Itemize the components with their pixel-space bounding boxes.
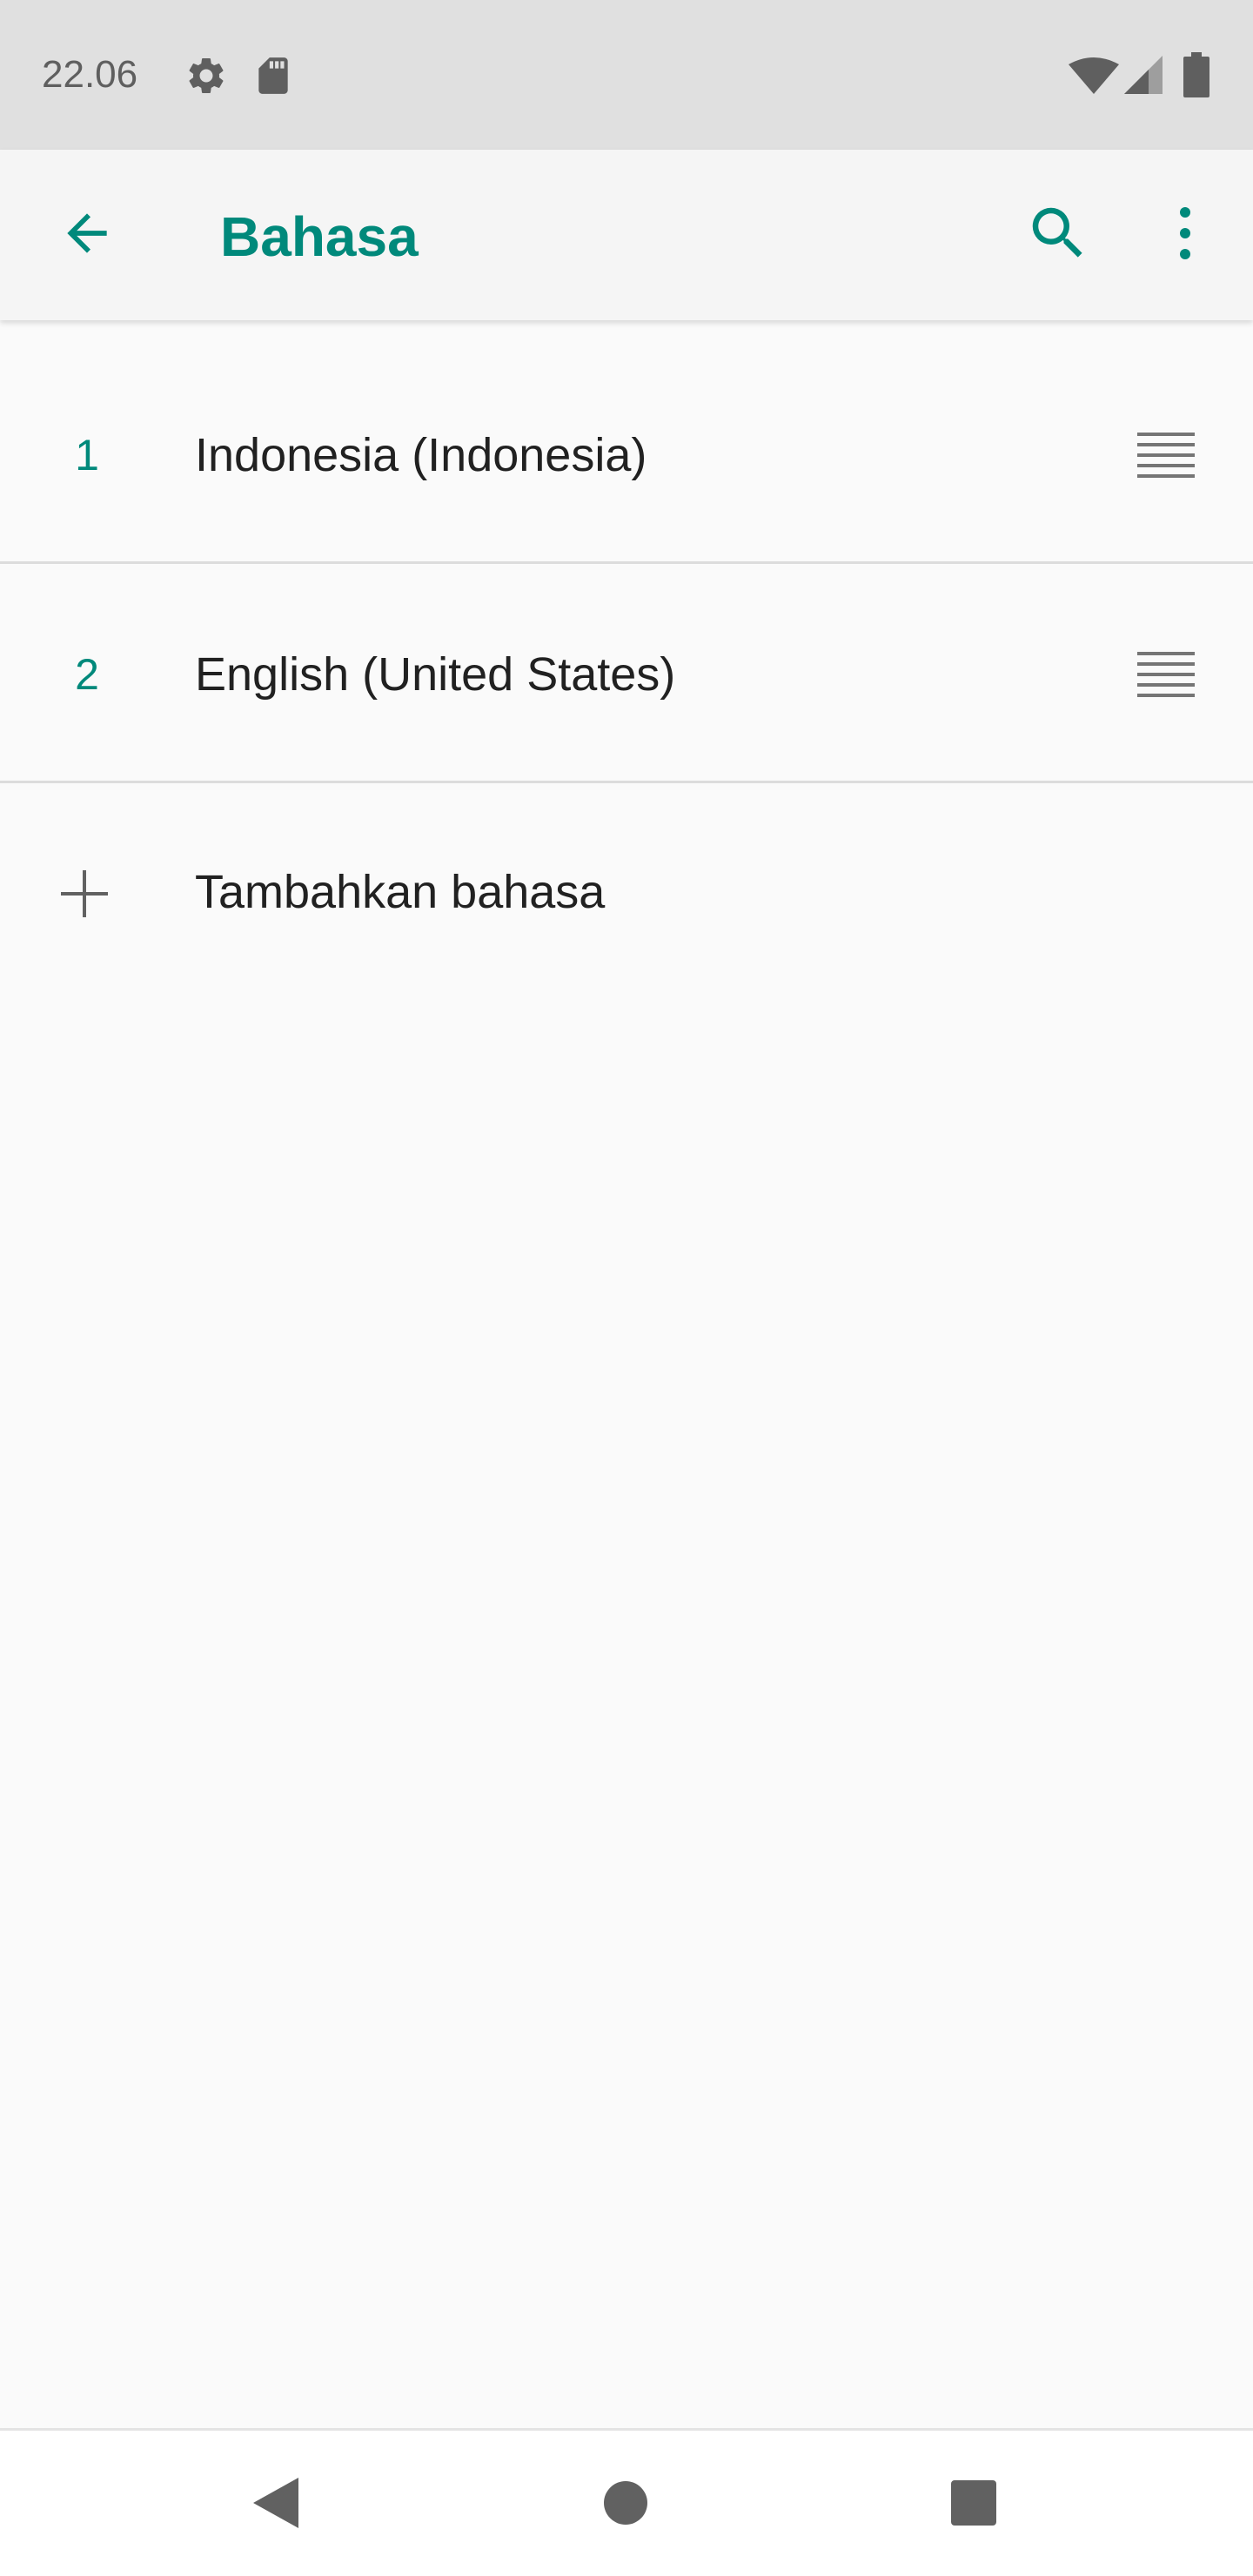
sd-card-icon — [254, 54, 292, 97]
screen: 22.06 Bahasa 1 Indonesia (Indonesia) 2 E… — [0, 0, 1253, 2576]
list-item-language-1[interactable]: 1 Indonesia (Indonesia) — [0, 346, 1253, 564]
back-button[interactable] — [35, 183, 139, 287]
cell-signal-icon — [1124, 56, 1163, 94]
more-vert-icon — [1175, 205, 1196, 265]
language-order-number: 2 — [75, 650, 99, 699]
wifi-icon — [1069, 57, 1119, 94]
app-bar: Bahasa — [0, 150, 1253, 320]
more-options-button[interactable] — [1133, 183, 1237, 287]
search-icon — [1024, 199, 1092, 272]
language-label: English (United States) — [195, 648, 676, 701]
add-language-label: Tambahkan bahasa — [195, 866, 606, 918]
list-item-language-2[interactable]: 2 English (United States) — [0, 566, 1253, 783]
home-circle-icon — [603, 2480, 648, 2530]
navigation-bar — [0, 2428, 1253, 2576]
arrow-back-icon — [57, 204, 117, 267]
search-button[interactable] — [1006, 183, 1110, 287]
settings-icon — [184, 54, 228, 97]
drag-handle-icon[interactable] — [1131, 425, 1201, 486]
drag-handle-icon[interactable] — [1131, 644, 1201, 705]
language-label: Indonesia (Indonesia) — [195, 429, 647, 481]
nav-back-button[interactable] — [211, 2439, 341, 2570]
recents-square-icon — [951, 2479, 996, 2530]
nav-home-button[interactable] — [560, 2439, 691, 2570]
status-bar: 22.06 — [0, 0, 1253, 150]
back-triangle-icon — [253, 2477, 298, 2532]
battery-icon — [1183, 52, 1209, 97]
add-language-button[interactable]: Tambahkan bahasa — [0, 783, 1253, 1001]
status-time: 22.06 — [42, 53, 138, 96]
plus-icon — [54, 863, 115, 924]
language-order-number: 1 — [75, 431, 99, 480]
page-title: Bahasa — [220, 205, 419, 268]
nav-recents-button[interactable] — [908, 2439, 1039, 2570]
